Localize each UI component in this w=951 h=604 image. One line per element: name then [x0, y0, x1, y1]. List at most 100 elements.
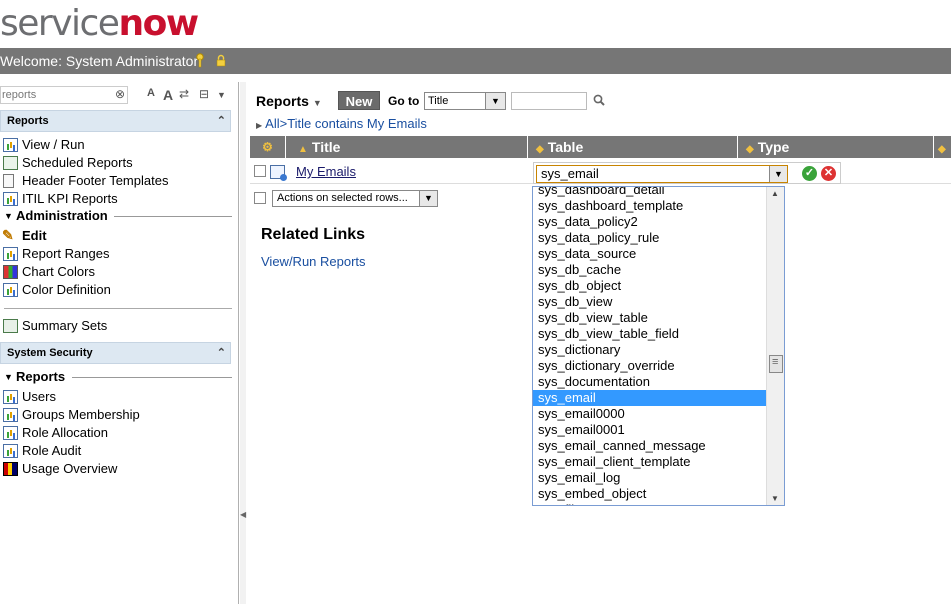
breadcrumb: ▶ All>Title contains My Emails — [256, 116, 427, 131]
dropdown-option[interactable]: sys_email_client_template — [533, 454, 766, 470]
section-reports-label: Reports — [7, 115, 49, 127]
divider — [114, 216, 232, 217]
column-table[interactable]: ◆ Table — [528, 136, 738, 158]
save-check-icon[interactable]: ✓ — [802, 166, 817, 181]
breadcrumb-arrow-icon: ▶ — [256, 121, 263, 130]
row-title-link[interactable]: My Emails — [296, 164, 356, 179]
select-all-checkbox[interactable] — [254, 192, 266, 204]
row-checkbox[interactable] — [254, 165, 266, 177]
dropdown-options: sys_dashboard_detail sys_dashboard_templ… — [533, 187, 766, 505]
chevron-down-icon: ▼ — [485, 93, 505, 109]
nav-item-label: Report Ranges — [22, 246, 110, 261]
collapse-nav-icon[interactable]: ◀ — [240, 510, 246, 519]
search-icon[interactable] — [593, 94, 605, 106]
column-menu-icon: ◆ — [536, 144, 544, 155]
nav-group-label: Reports — [16, 369, 66, 384]
nav-item-label: Color Definition — [22, 282, 111, 297]
dropdown-option[interactable]: sys_embed_object — [533, 486, 766, 502]
collapse-section-icon[interactable]: ⌃ — [217, 111, 226, 131]
reports-context-menu[interactable]: Reports ▼ — [256, 93, 322, 109]
column-menu-icon: ◆ — [746, 144, 754, 155]
list-title: Reports — [256, 93, 309, 109]
nav-filter-input[interactable]: reports — [0, 86, 128, 104]
divider — [4, 308, 232, 309]
dropdown-option[interactable]: sys_db_view_table_field — [533, 326, 766, 342]
scroll-up-icon[interactable]: ▲ — [771, 189, 779, 198]
dropdown-option[interactable]: sys_db_object — [533, 278, 766, 294]
dropdown-option[interactable]: sys_db_cache — [533, 262, 766, 278]
refresh-icon[interactable]: ⇄ — [179, 87, 189, 101]
nav-item-label: Edit — [22, 228, 47, 243]
servicenow-logo[interactable]: servicenow — [0, 0, 400, 48]
nav-item-label: Usage Overview — [22, 461, 118, 476]
dropdown-option-selected[interactable]: sys_email — [533, 390, 766, 406]
scroll-thumb[interactable] — [769, 355, 783, 373]
nav-item-label: Role Audit — [22, 443, 82, 458]
expanded-triangle-icon: ▼ — [4, 372, 13, 382]
dropdown-scrollbar[interactable]: ▲ ▼ — [766, 187, 784, 505]
column-next[interactable]: ◆ — [934, 136, 951, 158]
dropdown-option[interactable]: sys_dictionary — [533, 342, 766, 358]
dropdown-option[interactable]: sys_email_canned_message — [533, 438, 766, 454]
report-chart-icon — [3, 444, 18, 458]
dropdown-option[interactable]: sys_data_source — [533, 246, 766, 262]
list-header: ⚙ ▲ Title ◆ Table ◆ Type ◆ — [250, 136, 951, 158]
report-chart-icon — [3, 138, 18, 152]
section-system-security[interactable]: System Security ⌃ — [0, 342, 231, 364]
font-smaller-icon[interactable]: A — [147, 87, 155, 99]
report-chart-icon — [3, 408, 18, 422]
dropdown-option[interactable]: sys_data_policy2 — [533, 214, 766, 230]
nav-splitter[interactable]: ◀ — [240, 82, 246, 604]
section-reports[interactable]: Reports ⌃ — [0, 110, 231, 132]
dropdown-option[interactable]: sys_dashboard_detail — [533, 187, 766, 198]
actions-select[interactable]: Actions on selected rows... ▼ — [272, 190, 438, 207]
dropdown-option[interactable]: sys_db_view — [533, 294, 766, 310]
column-type[interactable]: ◆ Type — [738, 136, 934, 158]
search-input[interactable] — [511, 92, 587, 110]
breadcrumb-filter[interactable]: Title contains My Emails — [287, 116, 427, 131]
report-chart-icon — [3, 283, 18, 297]
table-dropdown-list[interactable]: sys_dashboard_detail sys_dashboard_templ… — [532, 186, 785, 506]
schedule-icon — [3, 156, 18, 170]
dropdown-option[interactable]: sys_db_view_table — [533, 310, 766, 326]
goto-field-select[interactable]: Title ▼ — [424, 92, 506, 110]
font-larger-icon[interactable]: A — [163, 87, 173, 103]
column-title[interactable]: ▲ Title — [286, 136, 528, 158]
dropdown-option[interactable]: sys_filter — [533, 502, 766, 505]
lock-icon[interactable] — [216, 54, 226, 67]
related-links-heading: Related Links — [261, 226, 366, 243]
dropdown-option[interactable]: sys_dictionary_override — [533, 358, 766, 374]
column-type-label: Type — [757, 139, 790, 155]
nav-item-label: Chart Colors — [22, 264, 95, 279]
view-run-reports-link[interactable]: View/Run Reports — [261, 254, 366, 269]
summary-sets-icon — [3, 319, 18, 333]
usage-bars-icon — [3, 462, 18, 476]
column-menu-icon: ◆ — [938, 144, 946, 155]
section-security-label: System Security — [7, 347, 93, 359]
table-row: My Emails sys_email ▼ ✓ ✕ — [250, 160, 951, 184]
dropdown-option[interactable]: sys_email0000 — [533, 406, 766, 422]
dropdown-option[interactable]: sys_data_policy_rule — [533, 230, 766, 246]
dropdown-option[interactable]: sys_dashboard_template — [533, 198, 766, 214]
record-preview-icon[interactable] — [270, 165, 287, 181]
actions-select-label: Actions on selected rows... — [277, 192, 408, 204]
nav-group-label: Administration — [16, 208, 108, 223]
table-select[interactable]: sys_email ▼ — [536, 165, 788, 183]
collapse-section-icon[interactable]: ⌃ — [217, 343, 226, 363]
list-settings-icon[interactable]: ⚙ — [250, 136, 286, 158]
collapse-all-icon[interactable]: ⊟ — [199, 87, 209, 101]
dropdown-option[interactable]: sys_documentation — [533, 374, 766, 390]
breadcrumb-all[interactable]: All — [265, 116, 279, 131]
cancel-x-icon[interactable]: ✕ — [821, 166, 836, 181]
clear-filter-icon[interactable]: ⊗ — [115, 87, 125, 101]
report-chart-icon — [3, 390, 18, 404]
key-icon[interactable] — [196, 53, 204, 68]
dropdown-option[interactable]: sys_email0001 — [533, 422, 766, 438]
scroll-down-icon[interactable]: ▼ — [771, 494, 779, 503]
nav-menu-icon[interactable]: ▼ — [217, 90, 226, 100]
color-bars-icon — [3, 265, 18, 279]
nav-item-label: Role Allocation — [22, 425, 108, 440]
new-button[interactable]: New — [338, 91, 380, 110]
dropdown-option[interactable]: sys_email_log — [533, 470, 766, 486]
nav-item-label: Header Footer Templates — [22, 173, 169, 188]
